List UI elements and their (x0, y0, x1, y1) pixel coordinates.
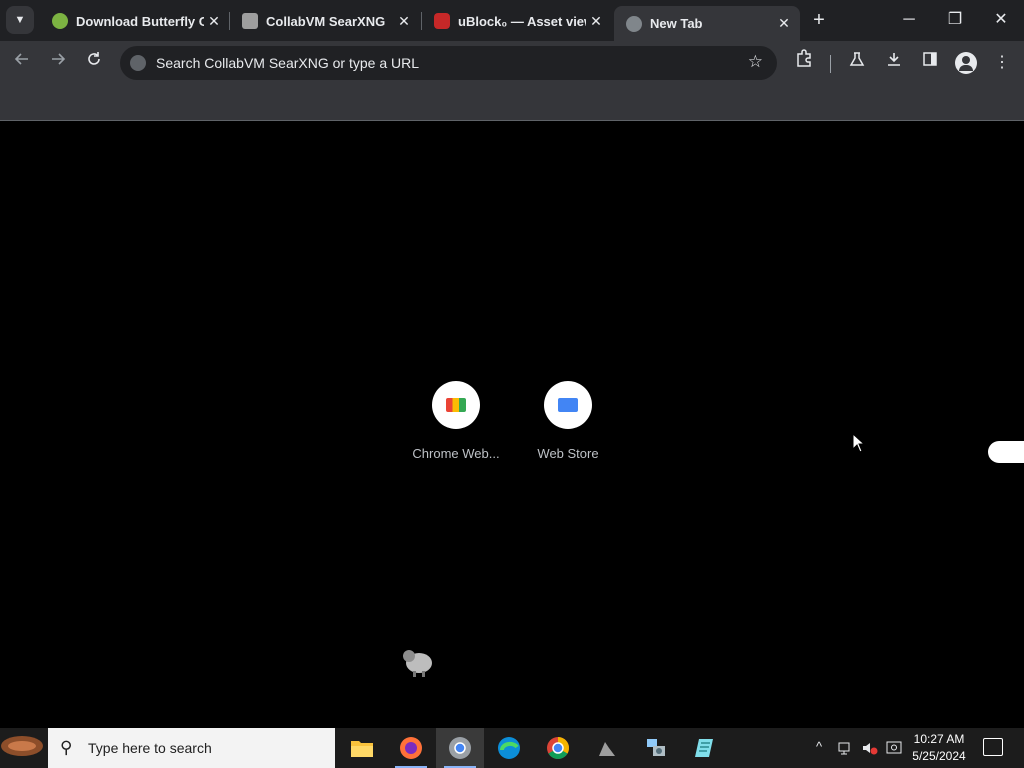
web-store-icon (558, 398, 578, 412)
toolbar-divider (830, 55, 831, 73)
taskbar-firefox[interactable] (387, 728, 435, 768)
chrome-web-store-icon (446, 398, 466, 412)
labs-button[interactable] (843, 49, 871, 77)
network-tool-icon (647, 739, 665, 756)
tab-collabvm-searxng[interactable]: CollabVM SearXNG ✕ (230, 6, 420, 36)
side-panel-button[interactable] (916, 49, 944, 77)
back-button[interactable] (8, 49, 36, 77)
firefox-icon (400, 737, 422, 759)
search-icon: ⚲ (60, 738, 73, 757)
windows-taskbar: ⚲ Type here to search ^ 10:27 AM 5/25/20… (0, 728, 1024, 768)
tab-ublock-asset-viewer[interactable]: uBlock₀ — Asset view ✕ (422, 6, 612, 36)
shortcut-label: Chrome Web... (412, 446, 500, 461)
taskbar-search-box[interactable]: ⚲ Type here to search (48, 728, 335, 768)
tab-title: Download Butterfly O (76, 13, 204, 29)
bookmarks-bar (0, 85, 1024, 121)
bookmark-star-icon[interactable]: ☆ (748, 52, 763, 72)
start-button[interactable] (0, 728, 48, 768)
downloads-button[interactable] (880, 49, 908, 77)
globe-favicon-icon (626, 15, 642, 32)
kebab-menu-icon: ⋮ (994, 54, 1010, 71)
tab-download-butterfly[interactable]: Download Butterfly O ✕ (40, 6, 230, 36)
shortcut-web-store[interactable]: Web Store (518, 381, 618, 461)
reload-icon (88, 52, 100, 65)
restore-button[interactable]: ❐ (932, 0, 978, 40)
taskbar-clock[interactable]: 10:27 AM 5/25/2024 (903, 731, 975, 765)
profile-avatar-icon[interactable] (955, 52, 977, 74)
extensions-button[interactable] (790, 49, 818, 77)
close-tab-icon[interactable]: ✕ (774, 15, 794, 32)
search-engine-icon (130, 55, 146, 71)
taskbar-chrome[interactable] (436, 728, 484, 768)
close-window-button[interactable]: ✕ (978, 0, 1024, 40)
arrow-right-icon (52, 53, 66, 65)
notifications-icon[interactable] (983, 738, 1003, 756)
download-icon (888, 53, 900, 66)
tab-search-button[interactable]: ▼ (6, 6, 34, 34)
folder-icon (351, 741, 373, 757)
desktop-sheep-icon (403, 650, 432, 677)
volume-muted-icon[interactable] (862, 740, 878, 756)
edge-icon (498, 737, 520, 759)
address-bar[interactable]: Search CollabVM SearXNG or type a URL ☆ (120, 46, 777, 80)
browser-toolbar: Search CollabVM SearXNG or type a URL ☆ … (0, 41, 1024, 85)
forward-button[interactable] (44, 49, 72, 77)
start-orb-icon (1, 736, 43, 756)
tab-title: CollabVM SearXNG (266, 13, 386, 29)
close-tab-icon[interactable]: ✕ (204, 13, 224, 30)
close-tab-icon[interactable]: ✕ (394, 13, 414, 30)
avatar-head (962, 56, 970, 64)
chrome-alt-icon (547, 737, 569, 759)
taskbar-notepad-like[interactable] (681, 728, 729, 768)
taskbar-file-explorer[interactable] (338, 728, 386, 768)
mouse-cursor-icon (852, 433, 864, 453)
app-generic-icon (599, 742, 615, 756)
shortcut-chrome-web-store[interactable]: Chrome Web... (406, 381, 506, 461)
tab-new-tab[interactable]: New Tab ✕ (614, 6, 800, 41)
shortcut-tile (544, 381, 592, 429)
address-placeholder: Search CollabVM SearXNG or type a URL (156, 55, 419, 71)
avatar-body (959, 65, 973, 71)
reload-button[interactable] (80, 49, 108, 77)
puzzle-icon (797, 49, 811, 67)
shortcut-label: Web Store (537, 446, 599, 461)
butterfly-favicon-icon (52, 13, 68, 29)
arrow-left-icon (14, 53, 28, 65)
ublock-favicon-icon (434, 13, 450, 29)
shortcut-tile (432, 381, 480, 429)
clock-date: 5/25/2024 (912, 749, 966, 763)
chrome-icon (449, 737, 471, 759)
chevron-down-icon: ▼ (14, 14, 26, 26)
tray-overflow-chevron-icon[interactable]: ^ (816, 739, 822, 754)
new-tab-page: Chrome Web... Web Store (0, 121, 1024, 728)
tab-strip: ▼ Download Butterfly O ✕ CollabVM SearXN… (0, 0, 1024, 41)
clock-time: 10:27 AM (913, 732, 965, 746)
close-tab-icon[interactable]: ✕ (586, 13, 606, 30)
menu-button[interactable]: ⋮ (988, 49, 1016, 77)
flask-icon (849, 52, 865, 66)
action-center-icon[interactable] (886, 740, 902, 756)
minimize-button[interactable]: ─ (886, 0, 932, 40)
tab-title: uBlock₀ — Asset view (458, 13, 586, 29)
desktop-cloud-icon (988, 441, 1024, 463)
taskbar-edge[interactable] (485, 728, 533, 768)
desktop-screen: ▼ Download Butterfly O ✕ CollabVM SearXN… (0, 0, 1024, 768)
notepad-icon (695, 739, 713, 757)
taskbar-network-tool[interactable] (632, 728, 680, 768)
searxng-favicon-icon (242, 13, 258, 29)
tab-title: New Tab (650, 16, 703, 31)
taskbar-chrome-alt[interactable] (534, 728, 582, 768)
taskbar-search-placeholder: Type here to search (88, 740, 212, 756)
side-panel-icon (923, 52, 937, 66)
new-tab-button[interactable]: + (808, 8, 830, 32)
network-icon[interactable] (838, 740, 854, 756)
taskbar-app-generic[interactable] (583, 728, 631, 768)
